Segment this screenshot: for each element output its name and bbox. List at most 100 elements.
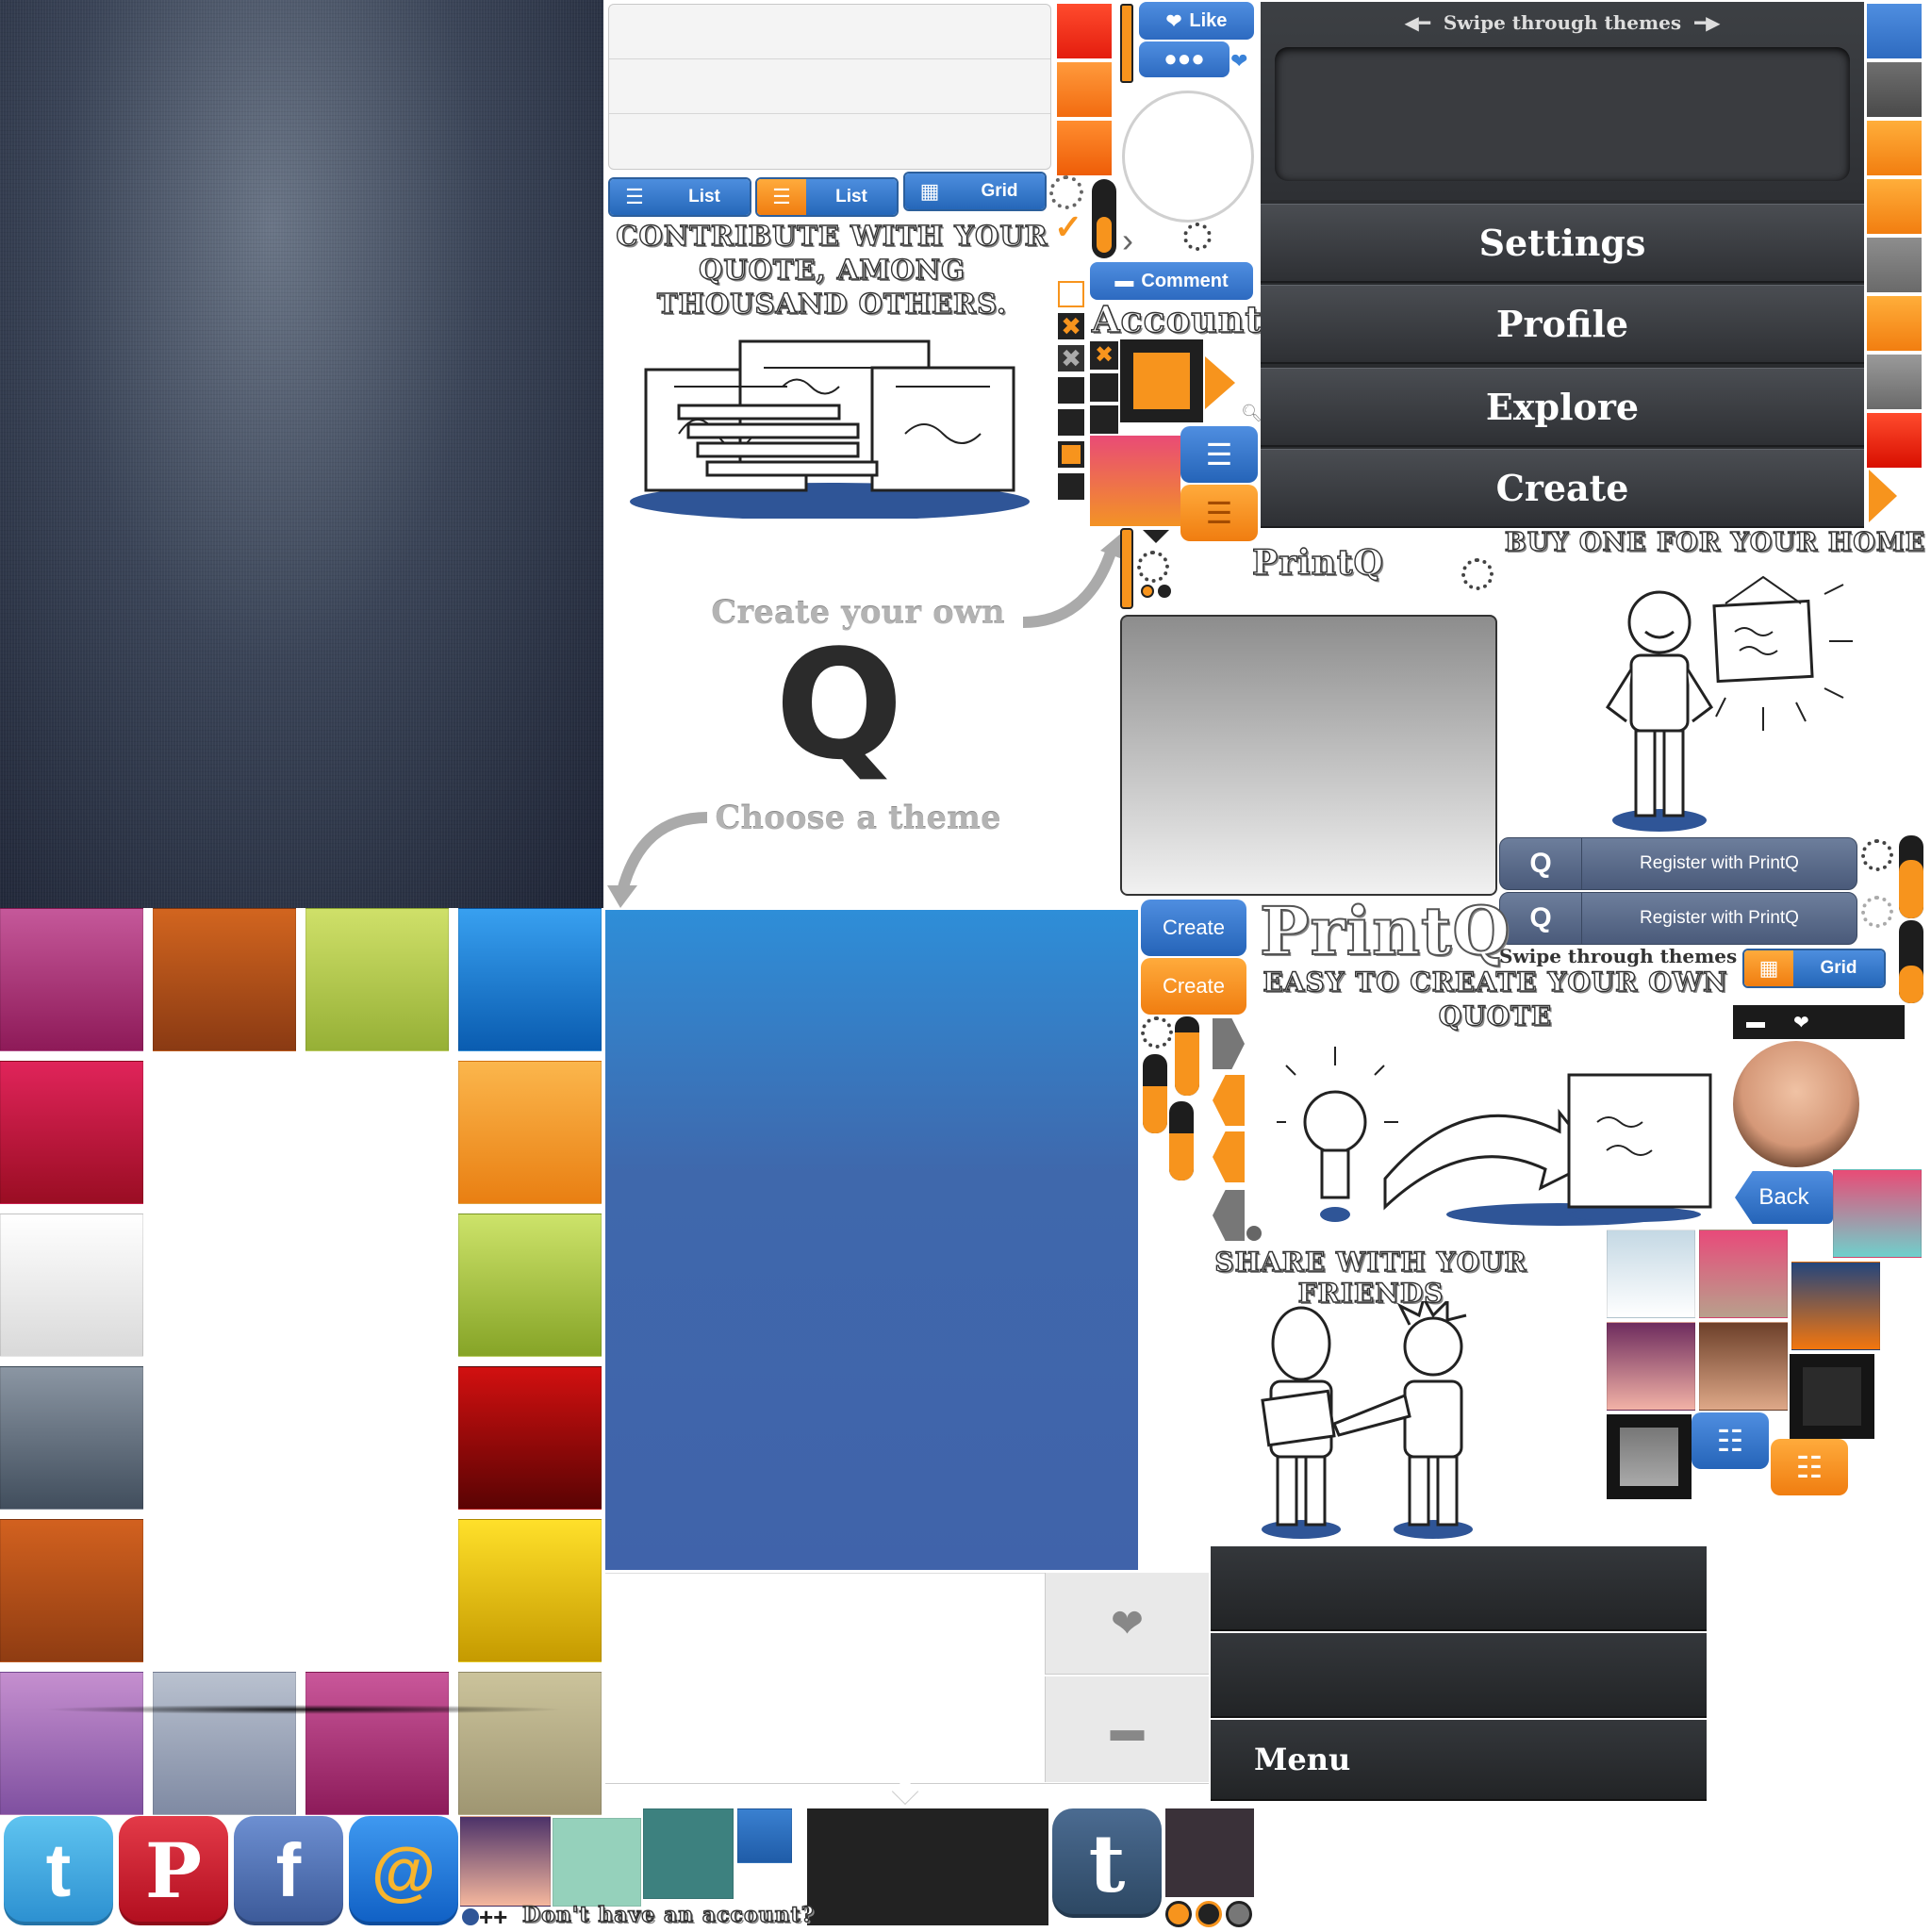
theme-swatch-bottom-1[interactable] (153, 1672, 296, 1815)
theme-swatch-brown[interactable] (1699, 1322, 1788, 1411)
swatch-red-small (1867, 413, 1922, 468)
explore-menu-item[interactable]: Explore (1261, 368, 1864, 447)
checkbox-dark-3[interactable] (1058, 473, 1084, 500)
profile-menu-item[interactable]: Profile (1261, 285, 1864, 364)
theme-preview-box[interactable] (1275, 47, 1850, 181)
heart-icon-white[interactable]: ❤ (1793, 1011, 1809, 1034)
vertical-tab-3 (1169, 1101, 1194, 1181)
bottom-swatch-blue-small[interactable] (737, 1808, 792, 1863)
bottom-swatch-mint[interactable] (553, 1818, 641, 1907)
text-field-2[interactable] (609, 59, 1050, 114)
theme-swatch-bottom-2[interactable] (305, 1672, 449, 1815)
grid-button-orange[interactable]: ▦ Grid (1742, 949, 1886, 988)
radio-grey-large[interactable] (1226, 1901, 1252, 1927)
back-button[interactable]: Back (1735, 1171, 1833, 1224)
x-toggle-dark-2[interactable] (1090, 405, 1118, 434)
theme-swatch-right-3[interactable] (458, 1366, 602, 1510)
text-field-3[interactable] (609, 114, 1050, 169)
theme-swatch-right-4[interactable] (458, 1519, 602, 1662)
checkbox-orange[interactable] (1058, 441, 1084, 468)
theme-swatch-sky[interactable] (1607, 1230, 1695, 1318)
register-button-2[interactable]: Q Register with PrintQ (1499, 892, 1857, 945)
theme-swatch-right-2[interactable] (458, 1214, 602, 1357)
theme-swatch-right-1[interactable] (458, 1061, 602, 1204)
theme-swatch-left-6[interactable] (0, 1672, 143, 1815)
theme-swatch-pink-teal[interactable] (1833, 1169, 1922, 1258)
dark-menu-row-1[interactable] (1211, 1546, 1707, 1631)
theme-swatch-right-5[interactable] (458, 1672, 602, 1815)
swatch-grey-small (1867, 62, 1922, 117)
shadow-divider (41, 1705, 566, 1714)
checkbox-dark-1[interactable] (1058, 377, 1084, 404)
x-toggle-orange[interactable]: ✖ (1090, 341, 1118, 370)
email-icon[interactable]: @ (349, 1816, 458, 1925)
radio-dark-large[interactable] (1196, 1901, 1222, 1927)
arrow-right-grey-icon (1213, 1018, 1245, 1069)
dark-menu-row-2[interactable] (1211, 1633, 1707, 1718)
search-icon: 🔍︎ (1241, 404, 1263, 422)
swatch-grey-small-3 (1867, 355, 1922, 409)
create-menu-item[interactable]: Create (1261, 449, 1864, 528)
theme-swatch-grey-framed[interactable] (1607, 1414, 1692, 1499)
checkbox-checked-grey[interactable]: ✖ (1058, 345, 1084, 372)
list-button-orange[interactable]: ☰ List (755, 177, 899, 217)
tumblr-icon[interactable]: t (1052, 1808, 1162, 1918)
share-caption: SHARE WITH YOUR FRIENDS (1214, 1246, 1527, 1309)
radio-orange-large[interactable] (1165, 1901, 1192, 1927)
theme-swatch-grid (0, 908, 605, 1815)
list-icon-button-blue[interactable]: ☷ (1692, 1412, 1769, 1469)
list-button-blue[interactable]: ☰ List (608, 177, 751, 217)
menu-icon-button-blue[interactable]: ☰ (1180, 426, 1258, 483)
account-label: Account (1091, 297, 1263, 340)
comment-icon[interactable]: ▬ (1746, 1012, 1765, 1033)
theme-swatch-left-1[interactable] (0, 908, 143, 1051)
pinterest-icon[interactable]: P (119, 1816, 228, 1925)
create-button-blue[interactable]: Create (1141, 900, 1246, 956)
list-icon-button-orange[interactable]: ☷ (1771, 1439, 1848, 1495)
dont-have-account-link[interactable]: Don't have an account? (521, 1902, 815, 1927)
radio-orange[interactable] (1141, 585, 1154, 598)
text-field-1[interactable] (609, 5, 1050, 59)
facebook-icon[interactable]: f (234, 1816, 343, 1925)
theme-swatch-left-5[interactable] (0, 1519, 143, 1662)
two-friends-illustration (1261, 1301, 1473, 1539)
theme-swatch-left-4[interactable] (0, 1366, 143, 1510)
bottom-swatch-purple[interactable] (460, 1816, 551, 1907)
create-button-orange[interactable]: Create (1141, 958, 1246, 1015)
like-button[interactable]: ❤ Like (1139, 2, 1254, 40)
theme-swatch-left-3[interactable] (0, 1214, 143, 1357)
like-side-button[interactable]: ❤ (1045, 1573, 1209, 1675)
menu-bar[interactable]: Menu (1211, 1720, 1707, 1801)
theme-swatch-left-2[interactable] (0, 1061, 143, 1204)
theme-swatch-top-1[interactable] (153, 908, 296, 1051)
checkbox-checked-orange[interactable]: ✖ (1058, 313, 1084, 339)
bottom-swatch-teal[interactable] (643, 1808, 734, 1899)
dotted-loader-icon-5 (1861, 896, 1893, 928)
more-button[interactable]: ●●● (1139, 41, 1230, 77)
dotted-loader-icon-3 (1137, 551, 1169, 583)
theme-swatch-plum[interactable] (1607, 1322, 1695, 1411)
menu-icon-button-orange[interactable]: ☰ (1180, 485, 1258, 541)
comment-side-button[interactable]: ▬ (1045, 1676, 1209, 1782)
checkbox-empty[interactable] (1058, 281, 1084, 307)
comment-button[interactable]: ▬ Comment (1090, 262, 1253, 300)
twitter-icon[interactable]: t (4, 1816, 113, 1925)
radio-dark[interactable] (1158, 585, 1171, 598)
theme-swatch-top-3[interactable] (458, 908, 602, 1051)
radio-grey[interactable] (1246, 1226, 1262, 1241)
orange-tile-1 (1057, 62, 1112, 117)
theme-swatch-rose[interactable] (1699, 1230, 1788, 1318)
curved-arrow-icon (1022, 532, 1125, 628)
dotted-loader-icon-2 (1461, 558, 1494, 590)
theme-swatch-top-2[interactable] (305, 908, 449, 1051)
settings-menu-item[interactable]: Settings (1261, 204, 1864, 283)
bottom-swatch-dark-purple[interactable] (1165, 1808, 1254, 1897)
swipe-label: ◀━ Swipe through themes ━▶ (1404, 11, 1721, 34)
register-button-1[interactable]: Q Register with PrintQ (1499, 837, 1857, 890)
checkbox-dark-2[interactable] (1058, 409, 1084, 436)
x-toggle-dark[interactable] (1090, 373, 1118, 402)
theme-swatch-dark-framed[interactable] (1790, 1354, 1874, 1439)
arrow-left-icon: ◀━ (1404, 11, 1430, 34)
theme-swatch-navy-orange[interactable] (1791, 1262, 1880, 1350)
grid-button-blue[interactable]: ▦ Grid (903, 172, 1047, 211)
